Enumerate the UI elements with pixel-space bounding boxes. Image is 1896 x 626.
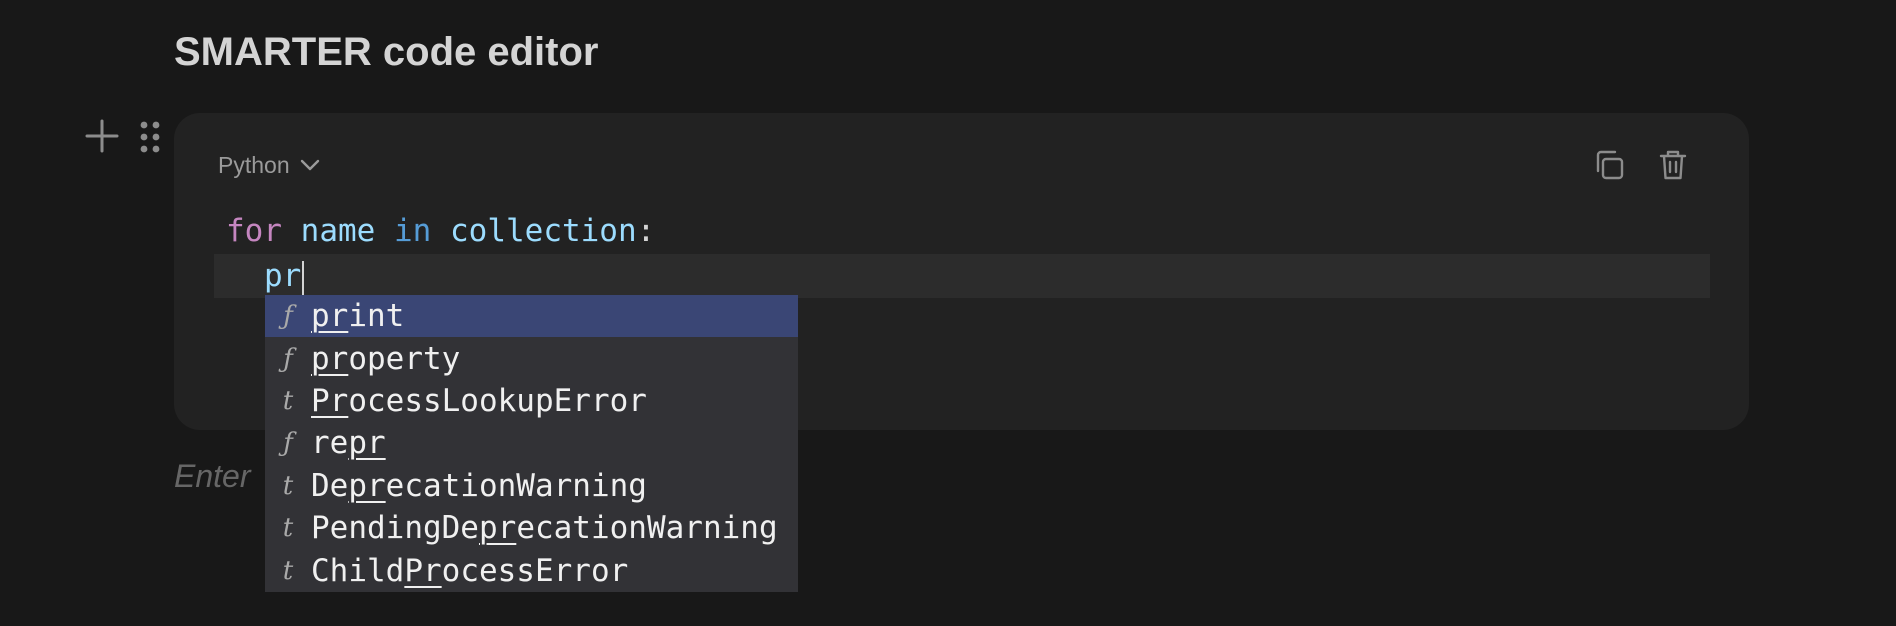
- suggestion-suffix: ecationWarning: [385, 467, 647, 504]
- suggestion-item[interactable]: ƒ repr: [265, 422, 798, 464]
- suggestion-suffix: int: [348, 298, 405, 335]
- colon: :: [636, 213, 656, 249]
- suggestion-suffix: ocessError: [441, 552, 629, 589]
- autocomplete-list[interactable]: ƒ print ƒ property t ProcessLookupError ƒ repr t…: [265, 295, 798, 592]
- copy-icon: [1592, 150, 1626, 186]
- code-line-1[interactable]: for name in collection:: [226, 211, 655, 251]
- suggestion-prefix: Child: [311, 552, 405, 589]
- language-label: Python: [218, 151, 290, 178]
- suggestion-label: ChildProcessError: [311, 553, 628, 589]
- type-kind-icon: t: [282, 513, 294, 544]
- suggestion-prefix: re: [311, 425, 349, 462]
- suggestion-item[interactable]: t DeprecationWarning: [265, 465, 798, 507]
- delete-button[interactable]: [1656, 148, 1690, 182]
- suggestion-match: pr: [311, 340, 349, 377]
- suggestion-label: DeprecationWarning: [311, 468, 647, 504]
- suggestion-label: property: [311, 341, 460, 377]
- new-block-placeholder[interactable]: Enter: [174, 458, 250, 495]
- trash-icon: [1656, 150, 1690, 186]
- suggestion-match: pr: [311, 298, 349, 335]
- function-kind-icon: ƒ: [283, 428, 293, 459]
- copy-button[interactable]: [1592, 148, 1626, 182]
- keyword-for: for: [226, 213, 282, 249]
- suggestion-item[interactable]: t PendingDeprecationWarning: [265, 507, 798, 549]
- typed-text: pr: [264, 258, 302, 294]
- suggestion-match: pr: [478, 510, 517, 547]
- suggestion-prefix: De: [311, 467, 349, 504]
- plus-icon[interactable]: [84, 118, 120, 154]
- chevron-down-icon: [300, 159, 320, 171]
- page-title: SMARTER code editor: [174, 30, 599, 74]
- type-kind-icon: t: [282, 470, 294, 501]
- drag-handle-icon[interactable]: [138, 120, 162, 154]
- suggestion-label: PendingDeprecationWarning: [311, 510, 778, 546]
- suggestion-suffix: ocessLookupError: [348, 382, 647, 419]
- loop-variable: name: [300, 213, 376, 249]
- active-line-highlight: [214, 254, 1710, 298]
- suggestion-suffix: operty: [348, 340, 461, 377]
- function-kind-icon: ƒ: [283, 301, 293, 332]
- language-select[interactable]: Python: [218, 150, 320, 180]
- suggestion-label: repr: [311, 425, 386, 461]
- suggestion-item[interactable]: t ProcessLookupError: [265, 380, 798, 422]
- suggestion-label: ProcessLookupError: [311, 383, 647, 419]
- iterable-name: collection: [450, 213, 637, 249]
- type-kind-icon: t: [282, 555, 294, 586]
- suggestion-prefix: PendingDe: [311, 510, 479, 547]
- suggestion-item[interactable]: ƒ property: [265, 337, 798, 379]
- suggestion-suffix: ecationWarning: [516, 510, 778, 547]
- text-caret: [302, 260, 305, 295]
- suggestion-match: Pr: [311, 382, 349, 419]
- suggestion-item[interactable]: ƒ print: [265, 295, 798, 338]
- suggestion-match: Pr: [404, 552, 442, 589]
- suggestion-item[interactable]: t ChildProcessError: [265, 549, 798, 591]
- suggestion-match: pr: [348, 467, 386, 504]
- keyword-in: in: [394, 213, 432, 249]
- suggestion-match: pr: [348, 425, 386, 462]
- function-kind-icon: ƒ: [283, 343, 293, 374]
- type-kind-icon: t: [282, 385, 294, 416]
- code-line-2[interactable]: pr: [264, 256, 305, 296]
- suggestion-label: print: [311, 298, 404, 334]
